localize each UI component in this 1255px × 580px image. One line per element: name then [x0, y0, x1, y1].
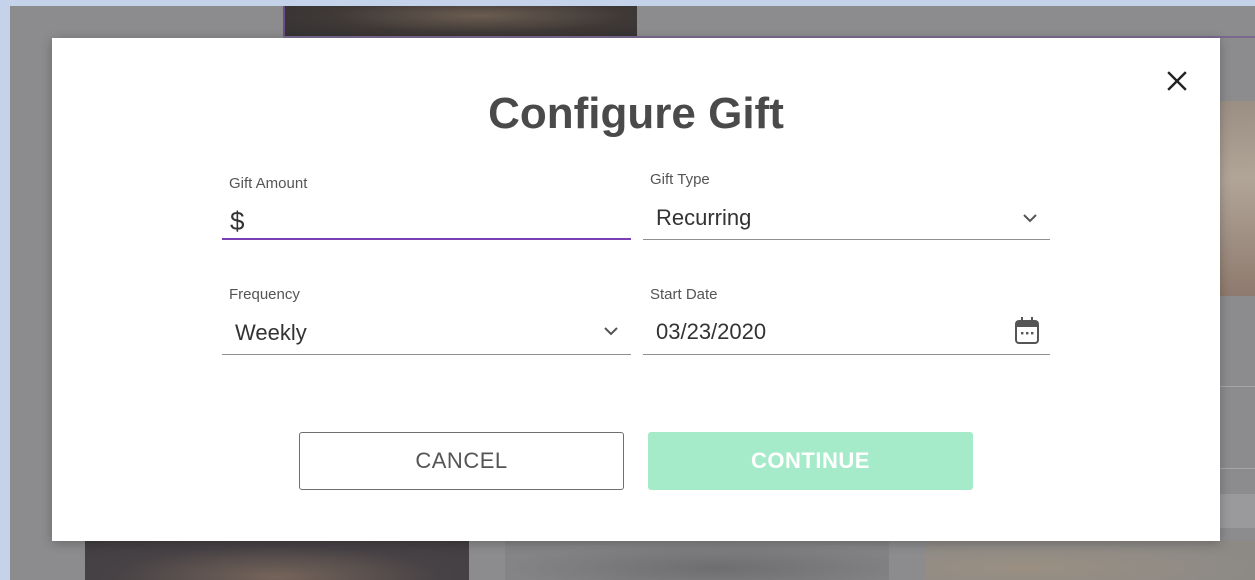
background-card — [925, 541, 1255, 580]
cancel-button[interactable]: CANCEL — [299, 432, 624, 490]
calendar-icon[interactable] — [1012, 315, 1042, 347]
modal-title: Configure Gift — [488, 89, 784, 138]
chevron-down-icon — [604, 327, 618, 336]
gift-amount-field[interactable]: Gift Amount $ — [222, 173, 631, 240]
chevron-down-icon — [1023, 214, 1037, 223]
start-date-underline — [643, 354, 1050, 355]
start-date-label: Start Date — [650, 286, 718, 303]
gift-amount-input[interactable]: $ — [230, 206, 244, 237]
gift-amount-label: Gift Amount — [229, 175, 308, 192]
frequency-select[interactable]: Frequency Weekly — [222, 285, 631, 355]
gift-type-underline — [643, 239, 1050, 240]
configure-gift-modal: Configure Gift Gift Amount $ Gift Type R… — [52, 38, 1220, 541]
background-card — [85, 541, 469, 580]
gift-amount-underline — [222, 238, 631, 240]
gift-type-select[interactable]: Gift Type Recurring — [643, 170, 1050, 240]
background-divider — [1220, 468, 1255, 469]
background-bar — [1220, 494, 1255, 528]
start-date-field[interactable]: Start Date 03/23/2020 — [643, 285, 1050, 355]
start-date-input[interactable]: 03/23/2020 — [656, 319, 766, 345]
continue-button[interactable]: CONTINUE — [648, 432, 973, 490]
gift-type-value: Recurring — [656, 205, 752, 230]
background-image — [1220, 101, 1255, 296]
background-card — [505, 541, 889, 580]
frequency-value: Weekly — [235, 320, 307, 345]
frequency-label: Frequency — [229, 286, 300, 303]
background-image — [283, 6, 637, 38]
background-divider — [1220, 386, 1255, 387]
gift-type-label: Gift Type — [650, 171, 710, 188]
frequency-underline — [222, 354, 631, 355]
